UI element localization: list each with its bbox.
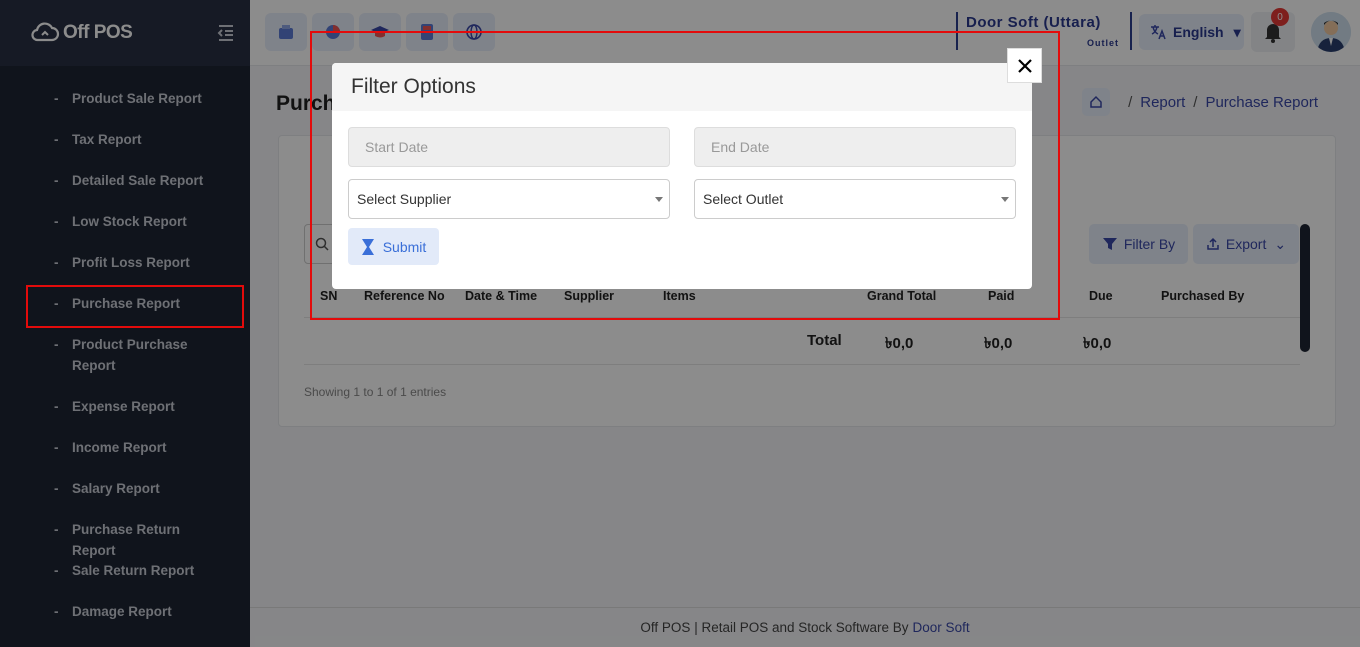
dropdown-arrow-icon (1001, 197, 1009, 202)
supplier-select[interactable]: Select Supplier (348, 179, 670, 219)
dropdown-arrow-icon (655, 197, 663, 202)
submit-button[interactable]: Submit (348, 228, 439, 265)
active-menu-highlight (26, 285, 244, 328)
submit-label: Submit (382, 238, 427, 255)
outlet-select-value: Select Outlet (703, 191, 784, 207)
end-date-field[interactable]: End Date (694, 127, 1016, 167)
end-date-placeholder: End Date (711, 139, 770, 155)
start-date-placeholder: Start Date (365, 139, 429, 155)
close-icon[interactable] (1007, 48, 1042, 83)
hourglass-icon (361, 238, 374, 255)
modal-title: Filter Options (332, 63, 1032, 111)
filter-modal: Filter Options Start Date End Date Selec… (332, 63, 1032, 289)
outlet-select[interactable]: Select Outlet (694, 179, 1016, 219)
supplier-select-value: Select Supplier (357, 191, 452, 207)
start-date-field[interactable]: Start Date (348, 127, 670, 167)
